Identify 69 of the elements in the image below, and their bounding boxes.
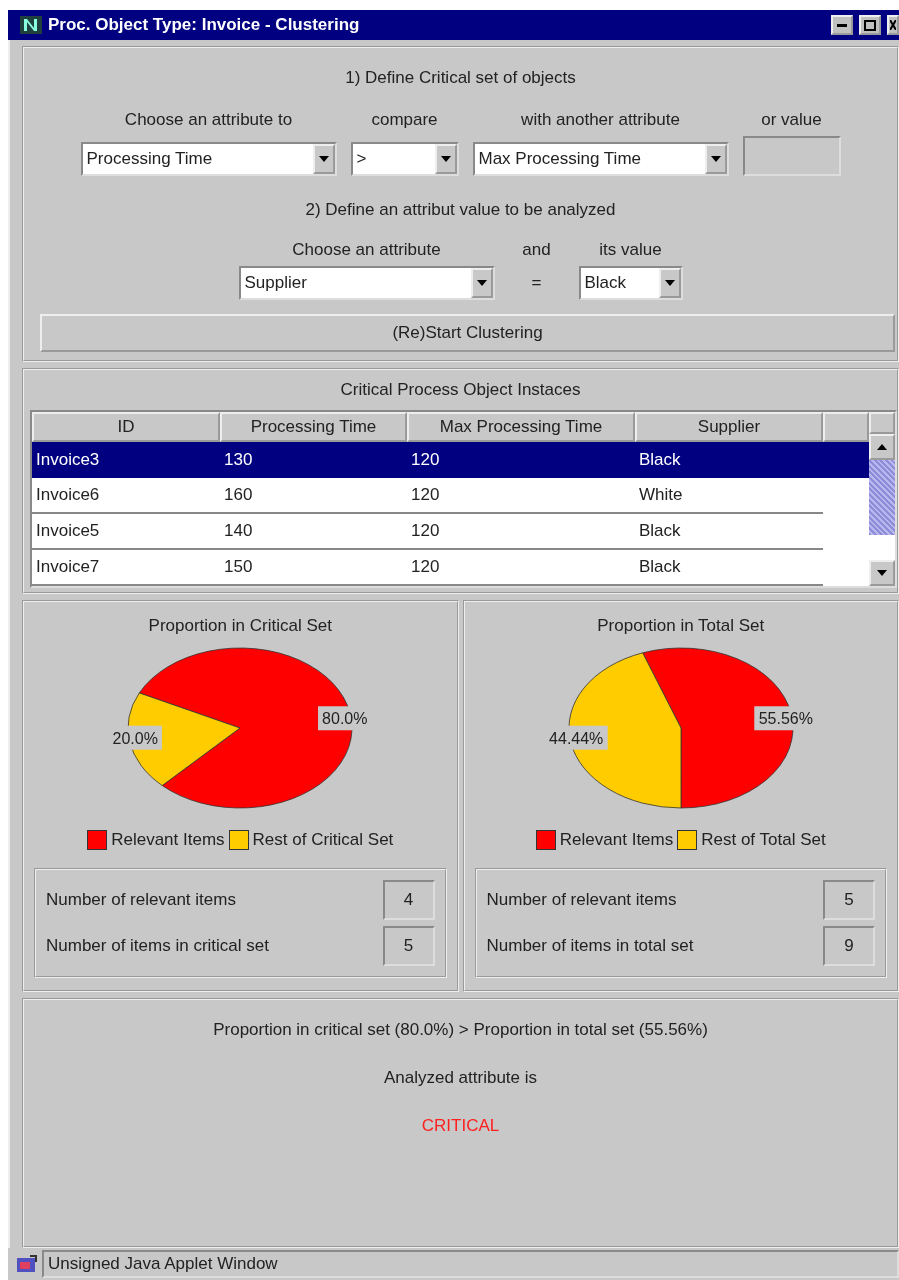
minimize-icon: [837, 23, 847, 27]
verdict-text: CRITICAL: [421, 1116, 500, 1136]
attribute-dropdown[interactable]: Processing Time: [80, 142, 337, 176]
field-label: Choose an attribute: [292, 240, 441, 260]
legend-label: Relevant Items: [111, 830, 225, 850]
column-header: [823, 412, 869, 442]
field-label: or value: [761, 110, 822, 130]
caret-icon: [664, 280, 675, 286]
caret-icon: [440, 156, 451, 162]
maximize-icon: [864, 19, 876, 31]
attribute-dropdown[interactable]: >: [350, 142, 459, 176]
close-button[interactable]: [887, 15, 899, 35]
legend-label: Rest of Total Set: [701, 830, 826, 850]
chart-title: Proportion in Total Set: [597, 616, 765, 636]
value-dropdown[interactable]: Black: [578, 266, 683, 300]
caret-icon: [710, 156, 721, 162]
stat-value: 4: [382, 880, 435, 920]
field-label: Choose an attribute to: [124, 110, 293, 130]
start-clustering-button[interactable]: (Re)Start Clustering: [40, 314, 895, 352]
value-field[interactable]: [742, 136, 841, 176]
operator-label: =: [531, 273, 542, 293]
caret-icon: [476, 280, 487, 286]
table-cell: Black: [635, 550, 823, 586]
stat-label: Number of items in total set: [486, 936, 694, 956]
legend-label: Relevant Items: [559, 830, 674, 850]
table-cell: 120: [407, 550, 635, 586]
stat-label: Number of items in critical set: [46, 936, 269, 956]
field-label: its value: [599, 240, 662, 260]
joiner-label: and: [522, 240, 551, 260]
table-cell-text: Invoice3: [35, 449, 101, 471]
table-cell: Invoice7: [32, 550, 220, 586]
scroll-bar[interactable]: [869, 412, 895, 586]
column-header[interactable]: ID: [32, 412, 220, 442]
table-cell-text: 120: [410, 449, 441, 471]
stat-value: 5: [823, 880, 875, 920]
table-title: Critical Process Object Instaces: [340, 380, 581, 400]
app-icon: [20, 16, 42, 34]
legend-label: Rest of Critical Set: [252, 830, 394, 850]
field-label: with another attribute: [521, 110, 680, 130]
window-title: Proc. Object Type: Invoice - Clustering: [48, 15, 361, 35]
column-header[interactable]: Max Processing Time: [407, 412, 635, 442]
stat-value: 5: [382, 926, 435, 966]
scroll-corner: [869, 412, 895, 434]
column-header[interactable]: Processing Time: [220, 412, 407, 442]
table-cell-text: 130: [223, 449, 254, 471]
caret-icon: [877, 570, 887, 576]
column-header[interactable]: Supplier: [635, 412, 823, 442]
minimize-button[interactable]: [831, 15, 853, 35]
stat-label: Number of relevant items: [486, 890, 677, 910]
section-heading: 2) Define an attribut value to be analyzed: [305, 200, 616, 220]
section-heading: 1) Define Critical set of objects: [345, 68, 576, 88]
data-label: 55.56%: [758, 710, 813, 728]
maximize-button[interactable]: [859, 15, 881, 35]
field-label: compare: [371, 110, 438, 130]
status-text: Unsigned Java Applet Window: [42, 1250, 899, 1278]
caret-icon: [877, 444, 887, 450]
applet-icon: [16, 1254, 38, 1274]
comparison-text: Proportion in critical set (80.0%) > Proportion in total set (55.56%): [213, 1020, 708, 1040]
caret-icon: [318, 156, 329, 162]
attribute-dropdown[interactable]: Supplier: [238, 266, 495, 300]
table-cell-text: Black: [638, 449, 682, 471]
table-cell: 150: [220, 550, 407, 586]
stat-value: 9: [823, 926, 875, 966]
table-row[interactable]: Invoice3 130 120 Black: [32, 442, 869, 478]
close-icon: [890, 20, 896, 30]
statement-text: Analyzed attribute is: [383, 1068, 538, 1088]
attribute-dropdown[interactable]: Max Processing Time: [472, 142, 729, 176]
stat-label: Number of relevant items: [46, 890, 236, 910]
chart-title: Proportion in Critical Set: [148, 616, 332, 636]
